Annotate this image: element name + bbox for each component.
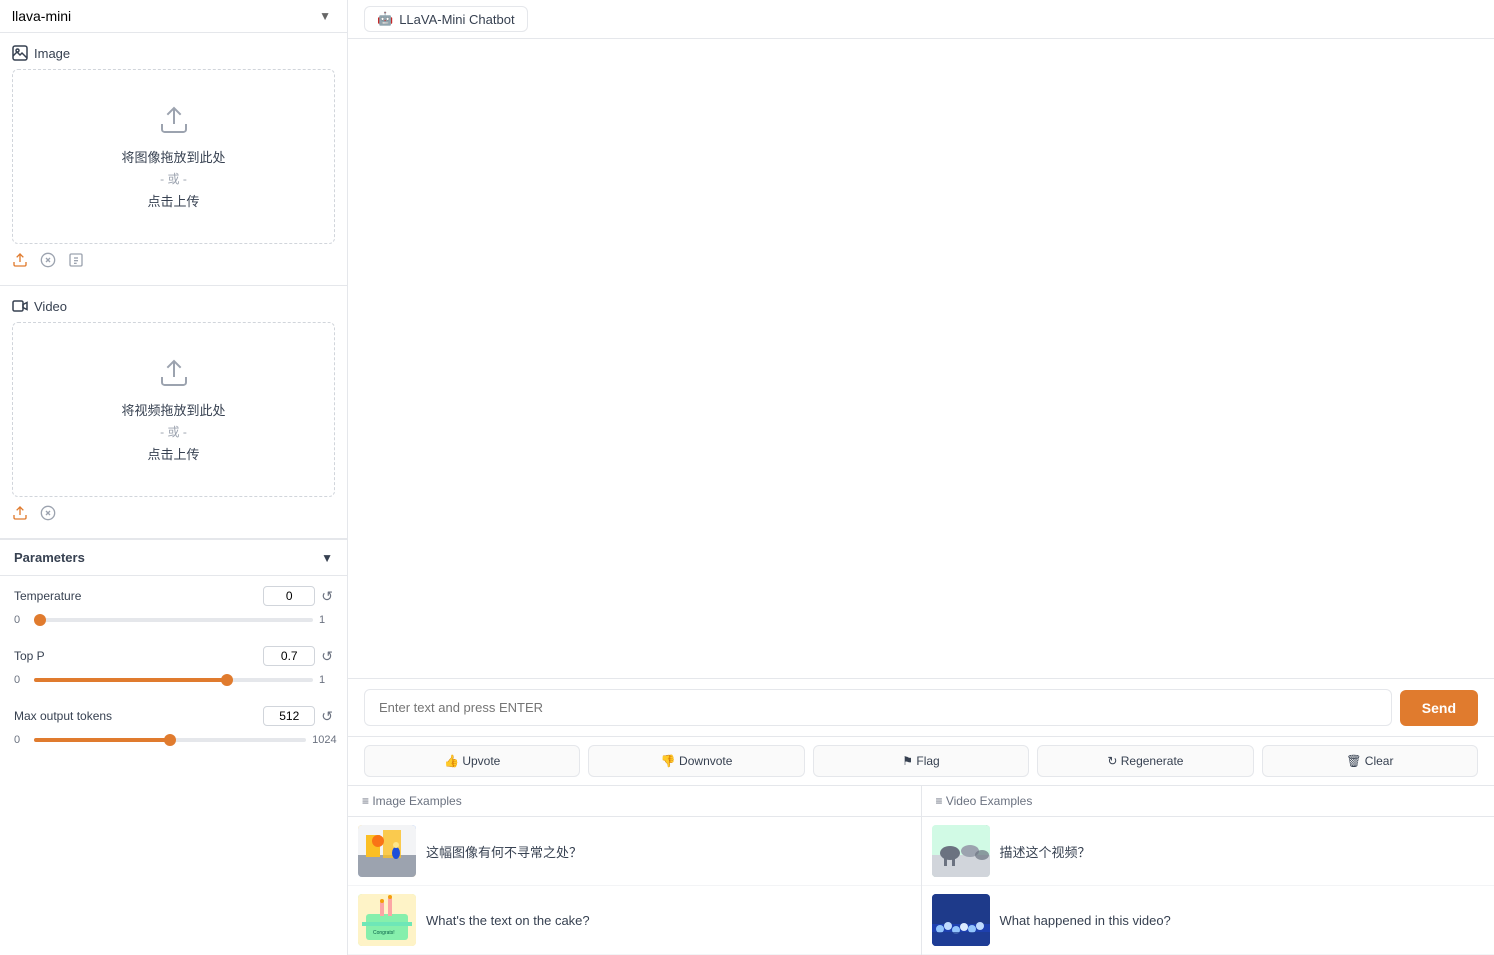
top-p-reset-button[interactable]: ↺ xyxy=(321,648,333,665)
image-examples-header-label: ≡ Image Examples xyxy=(362,794,462,808)
video-dropzone[interactable]: 将视频拖放到此处 - 或 - 点击上传 xyxy=(12,322,335,497)
video-upload-action-icon[interactable] xyxy=(12,505,28,526)
top-p-label: Top P xyxy=(14,649,45,663)
main-chat-area: 🤖 LLaVA-Mini Chatbot Send 👍 Upvote 👎 Dow… xyxy=(348,0,1494,955)
top-p-row: Top P ↺ 0 1 xyxy=(0,636,347,696)
max-tokens-max: 1024 xyxy=(312,734,333,746)
image-examples-header: ≡ Image Examples xyxy=(348,786,921,817)
flag-button[interactable]: ⚑ Flag xyxy=(813,745,1029,777)
max-tokens-reset-button[interactable]: ↺ xyxy=(321,708,333,725)
max-tokens-input-row: ↺ xyxy=(263,706,333,726)
image-example-1[interactable]: 这幅图像有何不寻常之处？ xyxy=(348,817,921,886)
model-selector-row: llava-mini ▼ xyxy=(0,0,347,33)
image-label: Image xyxy=(0,45,347,69)
video-upload-icon xyxy=(158,357,190,396)
chat-tab[interactable]: 🤖 LLaVA-Mini Chatbot xyxy=(364,6,528,32)
image-drag-text: 将图像拖放到此处 xyxy=(121,147,225,166)
image-section-label: Image xyxy=(34,46,70,61)
image-thumb-2: Congrats! xyxy=(358,894,416,946)
chat-input[interactable] xyxy=(364,689,1392,726)
video-clear-icon[interactable] xyxy=(40,505,56,526)
image-upload-section: Image 将图像拖放到此处 - 或 - 点击上传 xyxy=(0,33,347,286)
image-examples-col: ≡ Image Examples 这幅图像 xyxy=(348,786,922,955)
top-p-max: 1 xyxy=(319,674,333,686)
image-example-2-text: What's the text on the cake? xyxy=(426,913,911,928)
image-info-icon[interactable] xyxy=(68,252,84,273)
temperature-label: Temperature xyxy=(14,589,81,603)
video-thumb-2 xyxy=(932,894,990,946)
image-or-text: - 或 - xyxy=(160,170,187,187)
parameters-collapse-button[interactable]: ▼ xyxy=(321,551,333,565)
max-tokens-min: 0 xyxy=(14,734,28,746)
model-select[interactable]: llava-mini xyxy=(12,8,335,24)
action-buttons: 👍 Upvote 👎 Downvote ⚑ Flag ↻ Regenerate … xyxy=(348,736,1494,785)
max-tokens-slider-row: 0 1024 xyxy=(14,732,333,752)
sidebar: llava-mini ▼ Image 将图像拖放到此处 - 或 - xyxy=(0,0,348,955)
chat-input-area: Send xyxy=(348,678,1494,736)
chatbot-icon: 🤖 xyxy=(377,11,393,27)
image-thumb-1 xyxy=(358,825,416,877)
max-tokens-input[interactable] xyxy=(263,706,315,726)
top-p-slider-row: 0 1 xyxy=(14,672,333,692)
temperature-slider[interactable] xyxy=(34,618,313,622)
temperature-slider-row: 0 1 xyxy=(14,612,333,632)
top-p-label-row: Top P ↺ xyxy=(14,646,333,666)
video-examples-col: ≡ Video Examples 描述这个视频？ xyxy=(922,786,1494,955)
video-drag-text: 将视频拖放到此处 xyxy=(121,400,225,419)
top-p-slider[interactable] xyxy=(34,678,313,682)
video-upload-section: Video 将视频拖放到此处 - 或 - 点击上传 xyxy=(0,286,347,539)
video-or-text: - 或 - xyxy=(160,423,187,440)
video-click-text: 点击上传 xyxy=(147,444,199,463)
max-tokens-label: Max output tokens xyxy=(14,709,112,723)
top-p-input-row: ↺ xyxy=(263,646,333,666)
top-p-input[interactable] xyxy=(263,646,315,666)
max-tokens-label-row: Max output tokens ↺ xyxy=(14,706,333,726)
temperature-row: Temperature ↺ 0 1 xyxy=(0,576,347,636)
video-examples-header: ≡ Video Examples xyxy=(922,786,1494,817)
parameters-title: Parameters xyxy=(14,550,85,565)
video-section-label: Video xyxy=(34,299,67,314)
image-example-2[interactable]: Congrats! What's the text on the cake? xyxy=(348,886,921,955)
max-tokens-row: Max output tokens ↺ 0 1024 xyxy=(0,696,347,756)
video-icon xyxy=(12,298,28,314)
temperature-reset-button[interactable]: ↺ xyxy=(321,588,333,605)
video-example-1-text: 描述这个视频？ xyxy=(1000,842,1485,861)
chat-header: 🤖 LLaVA-Mini Chatbot xyxy=(348,0,1494,39)
image-click-text: 点击上传 xyxy=(147,191,199,210)
upvote-button[interactable]: 👍 Upvote xyxy=(364,745,580,777)
temperature-input[interactable] xyxy=(263,586,315,606)
model-selector-wrapper: llava-mini ▼ xyxy=(12,8,335,24)
chat-messages xyxy=(348,39,1494,678)
temperature-min: 0 xyxy=(14,614,28,626)
temperature-max: 1 xyxy=(319,614,333,626)
image-dropzone[interactable]: 将图像拖放到此处 - 或 - 点击上传 xyxy=(12,69,335,244)
downvote-button[interactable]: 👎 Downvote xyxy=(588,745,804,777)
video-upload-actions xyxy=(0,497,347,530)
send-button[interactable]: Send xyxy=(1400,690,1478,726)
parameters-header: Parameters ▼ xyxy=(0,539,347,576)
temperature-label-row: Temperature ↺ xyxy=(14,586,333,606)
max-tokens-slider[interactable] xyxy=(34,738,306,742)
top-p-min: 0 xyxy=(14,674,28,686)
temperature-input-row: ↺ xyxy=(263,586,333,606)
image-example-1-text: 这幅图像有何不寻常之处？ xyxy=(426,842,911,861)
video-label: Video xyxy=(0,298,347,322)
examples-area: ≡ Image Examples 这幅图像 xyxy=(348,785,1494,955)
image-icon xyxy=(12,45,28,61)
upload-icon xyxy=(158,104,190,143)
video-thumb-1 xyxy=(932,825,990,877)
regenerate-button[interactable]: ↻ Regenerate xyxy=(1037,745,1253,777)
video-example-1[interactable]: 描述这个视频？ xyxy=(922,817,1494,886)
video-example-2-text: What happened in this video? xyxy=(1000,913,1485,928)
video-example-2[interactable]: What happened in this video? xyxy=(922,886,1494,955)
parameters-section: Parameters ▼ Temperature ↺ 0 1 Top P xyxy=(0,539,347,756)
svg-text:Congrats!: Congrats! xyxy=(373,930,395,936)
image-clear-icon[interactable] xyxy=(40,252,56,273)
chat-tab-label: LLaVA-Mini Chatbot xyxy=(399,12,514,27)
image-upload-icon[interactable] xyxy=(12,252,28,273)
clear-button[interactable]: 🗑 Clear xyxy=(1262,745,1478,777)
image-upload-actions xyxy=(0,244,347,277)
video-examples-header-label: ≡ Video Examples xyxy=(936,794,1033,808)
